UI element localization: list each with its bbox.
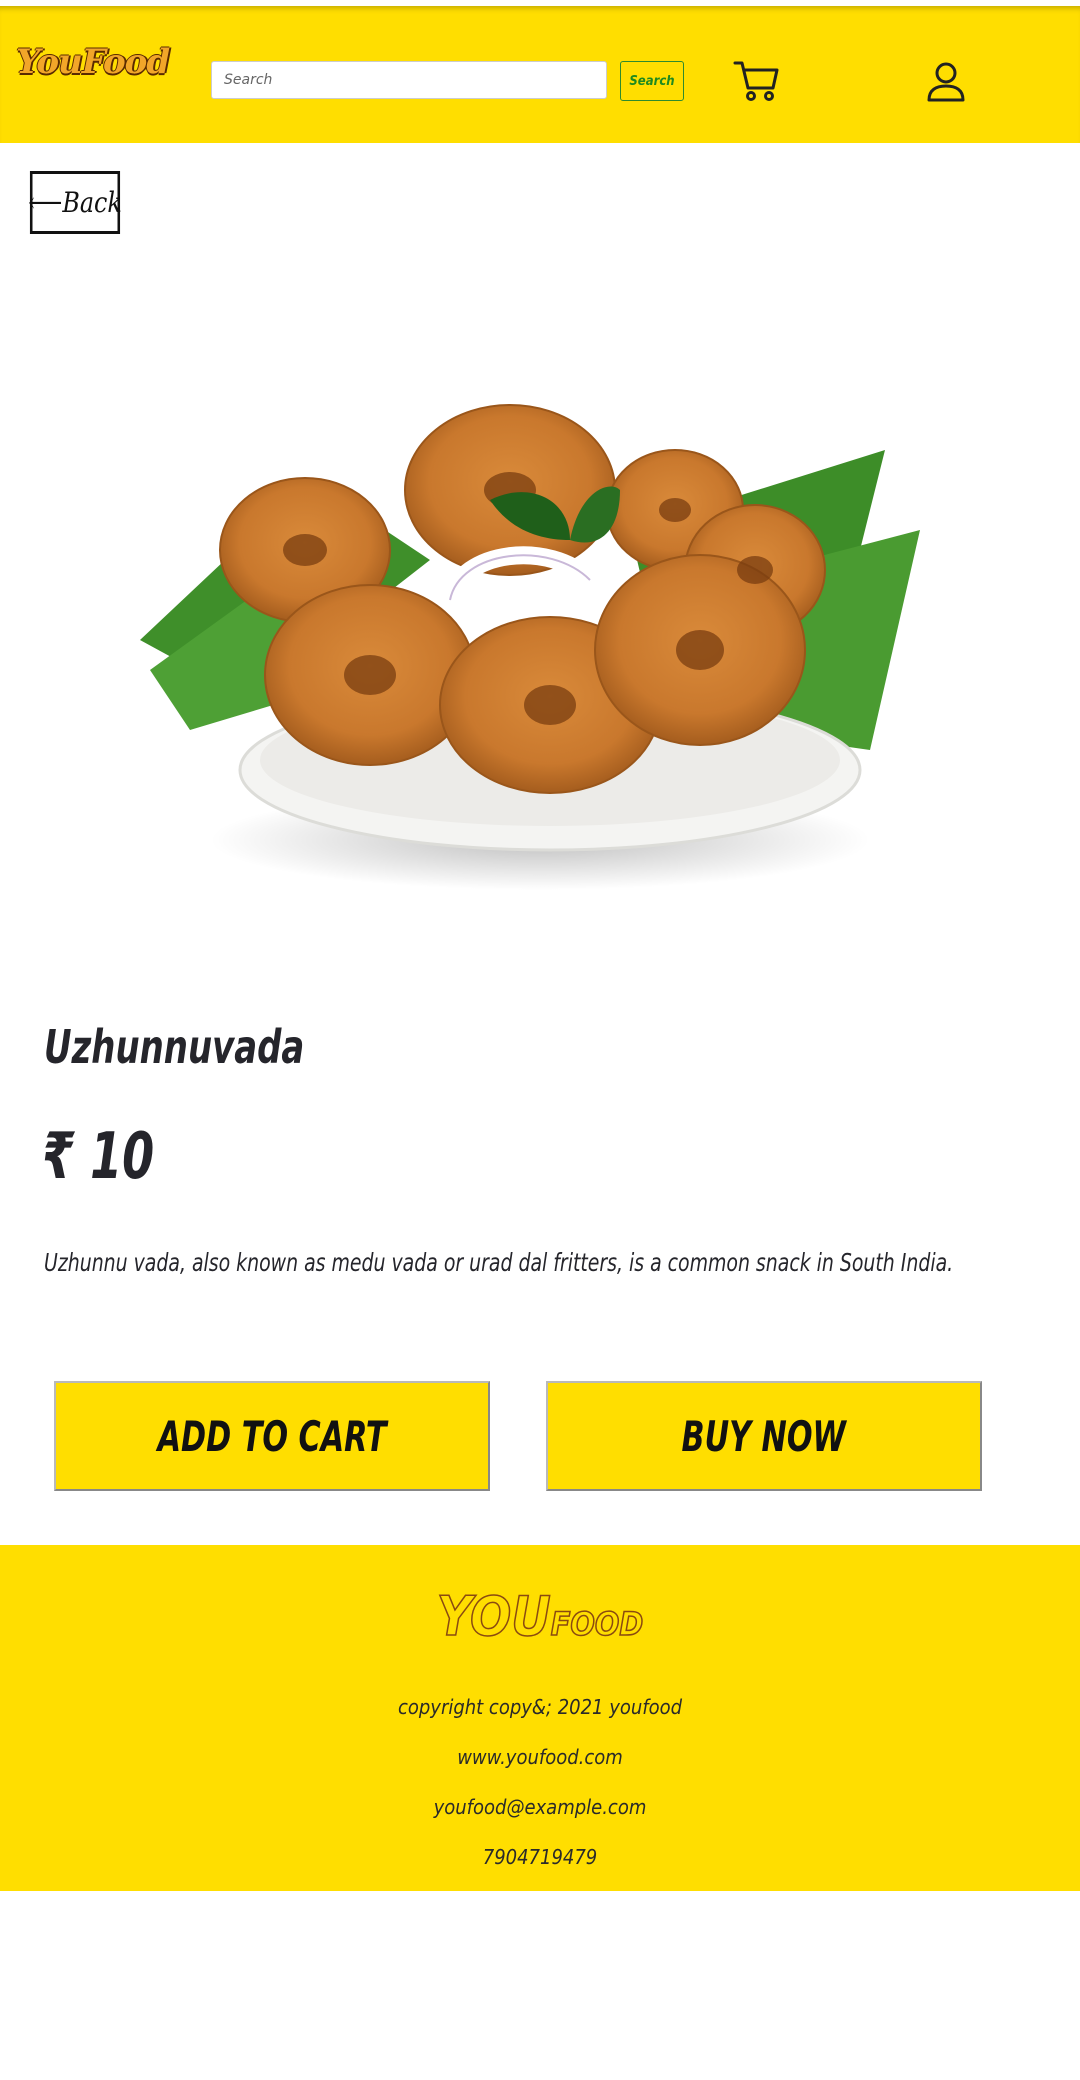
buy-now-label: BUY NOW [681, 1411, 847, 1461]
footer-brand: YOUFOOD [0, 1584, 1080, 1649]
add-to-cart-label: ADD TO CART [157, 1411, 387, 1461]
footer-email-link[interactable]: youfood@example.com [0, 1795, 1080, 1819]
product-name: Uzhunnuvada [44, 1020, 305, 1074]
product-description: Uzhunnu vada, also known as medu vada or… [44, 1248, 954, 1277]
brand-logo[interactable]: YouFood [16, 42, 170, 82]
search-input[interactable] [211, 61, 607, 99]
site-footer: YOUFOOD copyright copy&; 2021 youfood ww… [0, 1545, 1080, 1891]
product-price: ₹ 10 [42, 1120, 155, 1194]
footer-website-link[interactable]: www.youfood.com [0, 1745, 1080, 1769]
footer-brand-you: YOU [436, 1584, 552, 1649]
buy-now-button[interactable]: BUY NOW [546, 1381, 982, 1491]
product-image [140, 404, 920, 890]
top-header: YouFood Search [0, 6, 1080, 143]
footer-brand-food: FOOD [550, 1604, 644, 1644]
search-button[interactable]: Search [620, 61, 684, 101]
footer-copyright: copyright copy&; 2021 youfood [397, 1695, 683, 1719]
back-button[interactable]: ⟵Back [28, 171, 122, 234]
cart-icon[interactable] [733, 58, 781, 104]
user-icon[interactable] [924, 60, 968, 104]
add-to-cart-button[interactable]: ADD TO CART [54, 1381, 490, 1491]
footer-phone: 7904719479 [482, 1845, 598, 1869]
